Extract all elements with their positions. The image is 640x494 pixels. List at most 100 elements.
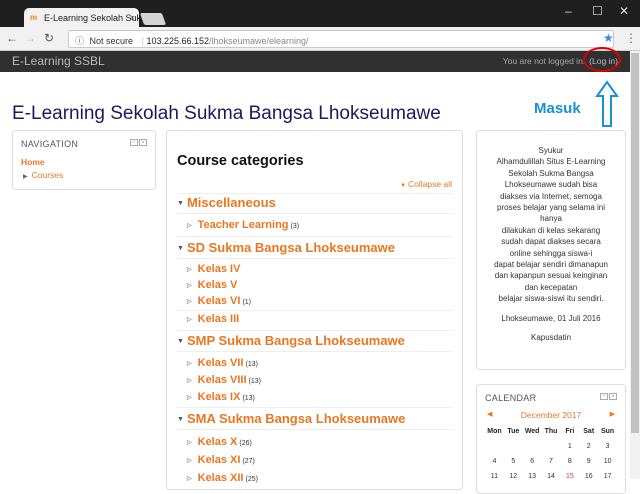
- subcategory-item[interactable]: ▷ Teacher Learning (3): [187, 219, 299, 231]
- block-controls: - ▫: [599, 393, 617, 400]
- subcategory-label: Teacher Learning: [197, 219, 289, 231]
- category-sd[interactable]: ▼ SD Sukma Bangsa Lhokseumawe: [177, 240, 395, 255]
- nav-courses-link[interactable]: ▶ Courses: [23, 170, 63, 180]
- moodle-favicon-icon: m: [30, 13, 38, 22]
- divider: [177, 407, 453, 408]
- subcategory-item[interactable]: ▷ Kelas III: [187, 313, 241, 325]
- dock-icon[interactable]: -: [600, 393, 608, 400]
- category-miscellaneous[interactable]: ▼ Miscellaneous: [177, 195, 276, 210]
- info-line: dilakukan di kelas sekarang: [501, 225, 601, 235]
- course-categories-title: Course categories: [177, 153, 304, 169]
- calendar-day: 12: [509, 473, 518, 480]
- top-navbar: E-Learning SSBL You are not logged in. (L…: [0, 51, 630, 72]
- divider: [177, 258, 453, 259]
- course-count: (26): [239, 440, 252, 447]
- url-input[interactable]: ⓘ Not secure | 103.225.66.152/lhokseumaw…: [68, 30, 614, 48]
- calendar-day: [504, 439, 523, 454]
- dock-icon[interactable]: -: [130, 139, 138, 146]
- course-count: (27): [242, 458, 255, 465]
- minimize-icon[interactable]: –: [565, 4, 572, 18]
- info-block: Syukur Alhamdulillah Situs E-Learning Se…: [476, 130, 626, 370]
- info-icon[interactable]: ⓘ: [75, 36, 84, 46]
- calendar-week-row: 11 12 13 14 15 16 17: [485, 469, 617, 484]
- subcategory-label: Kelas IX: [197, 391, 241, 403]
- scrollbar-thumb[interactable]: [631, 53, 639, 433]
- day-header: Thu: [544, 428, 558, 435]
- collapse-icon: ▼: [400, 183, 407, 189]
- category-smp[interactable]: ▼ SMP Sukma Bangsa Lhokseumawe: [177, 333, 405, 348]
- reload-icon[interactable]: ↻: [44, 31, 54, 45]
- info-line: belajar siswa-siswi itu sendiri.: [498, 294, 604, 304]
- subcategory-label: Kelas VI: [197, 295, 241, 307]
- expand-right-icon: ▷: [187, 394, 192, 401]
- subcategory-item[interactable]: ▷ Kelas XI (27): [187, 454, 255, 466]
- security-label: Not secure: [89, 36, 134, 46]
- url-path: /lhokseumawe/elearning/: [209, 36, 309, 46]
- calendar-day: [485, 439, 504, 454]
- nav-home-link[interactable]: Home: [21, 157, 45, 167]
- category-label: Miscellaneous: [186, 195, 276, 210]
- maximize-icon[interactable]: ☐: [592, 4, 603, 18]
- browser-menu-icon[interactable]: ⋮: [625, 31, 637, 45]
- tab-close-icon[interactable]: ×: [130, 13, 135, 23]
- day-header: Fri: [565, 428, 575, 435]
- site-title: E-Learning Sekolah Sukma Bangsa Lhokseum…: [12, 103, 441, 124]
- browser-tab[interactable]: m E-Learning Sekolah Sukma ×: [24, 8, 139, 28]
- subcategory-item[interactable]: ▷ Kelas VII (13): [187, 357, 258, 369]
- subcategory-item[interactable]: ▷ Kelas VI (1): [187, 295, 251, 307]
- category-expanded-icon: ▼: [177, 416, 184, 424]
- info-line: dan kapanpun sesuai keinginan: [494, 271, 608, 281]
- page-scrollbar[interactable]: [630, 51, 640, 479]
- subcategory-item[interactable]: ▷ Kelas VIII (13): [187, 374, 261, 386]
- subcategory-item[interactable]: ▷ Kelas IV: [187, 263, 242, 275]
- expand-right-icon: ▷: [187, 457, 192, 464]
- new-tab-button[interactable]: [139, 13, 167, 25]
- subcategory-label: Kelas XI: [197, 454, 241, 466]
- category-sma[interactable]: ▼ SMA Sukma Bangsa Lhokseumawe: [177, 411, 405, 426]
- course-count: (3): [290, 223, 300, 230]
- subcategory-item[interactable]: ▷ Kelas V: [187, 279, 239, 291]
- info-line: online sehingga siswa-i: [509, 248, 593, 258]
- calendar-day: 13: [528, 473, 537, 480]
- calendar-day: [523, 439, 542, 454]
- calendar-month[interactable]: December 2017: [477, 410, 625, 420]
- brand-link[interactable]: E-Learning SSBL: [12, 54, 105, 68]
- subcategory-item[interactable]: ▷ Kelas XII (25): [187, 472, 258, 484]
- bookmark-star-icon[interactable]: ★: [603, 31, 614, 45]
- hide-icon[interactable]: ▫: [139, 139, 147, 146]
- calendar-day: 7: [549, 458, 553, 465]
- day-header: Tue: [507, 428, 520, 435]
- back-icon[interactable]: ←: [6, 31, 18, 45]
- expand-right-icon: ▶: [23, 174, 28, 180]
- calendar-day: 5: [511, 458, 516, 465]
- subcategory-item[interactable]: ▷ Kelas IX (13): [187, 391, 255, 403]
- course-categories-block: Course categories ▼ Collapse all ▼ Miscell…: [166, 130, 463, 490]
- subcategory-item[interactable]: ▷ Kelas X (26): [187, 436, 252, 448]
- calendar-table: Mon Tue Wed Thu Fri Sat Sun 1 2 3 4 5 6 …: [485, 424, 617, 484]
- category-label: SD Sukma Bangsa Lhokseumawe: [186, 240, 396, 255]
- info-line: diakses via Internet, semoga: [500, 191, 602, 201]
- browser-tab-bar: m E-Learning Sekolah Sukma × – ☐ ✕: [0, 0, 640, 28]
- forward-icon[interactable]: →: [24, 31, 36, 45]
- calendar-day: 2: [586, 443, 591, 450]
- calendar-day: 15: [565, 473, 574, 480]
- info-line: Syukur: [538, 146, 564, 155]
- day-header: Mon: [487, 428, 502, 435]
- hide-icon[interactable]: ▫: [609, 393, 617, 400]
- calendar-heading: CALENDAR: [485, 393, 537, 403]
- calendar-day: 9: [586, 458, 591, 465]
- calendar-next-icon[interactable]: ▶: [610, 410, 615, 418]
- subcategory-label: Kelas V: [197, 279, 238, 291]
- divider: [177, 193, 453, 194]
- course-count: (25): [245, 476, 258, 483]
- expand-right-icon: ▷: [187, 316, 192, 323]
- subcategory-label: Kelas XII: [197, 472, 244, 484]
- category-expanded-icon: ▼: [177, 338, 184, 346]
- collapse-all-link[interactable]: ▼ Collapse all: [400, 179, 452, 189]
- expand-right-icon: ▷: [187, 266, 192, 273]
- info-line: Sekolah Sukma Bangsa: [508, 168, 594, 178]
- calendar-week-row: 4 5 6 7 8 9 10: [485, 454, 617, 469]
- info-line: Lhokseumawe sudah bisa: [504, 180, 598, 190]
- close-window-icon[interactable]: ✕: [619, 4, 629, 18]
- expand-right-icon: ▷: [187, 222, 192, 229]
